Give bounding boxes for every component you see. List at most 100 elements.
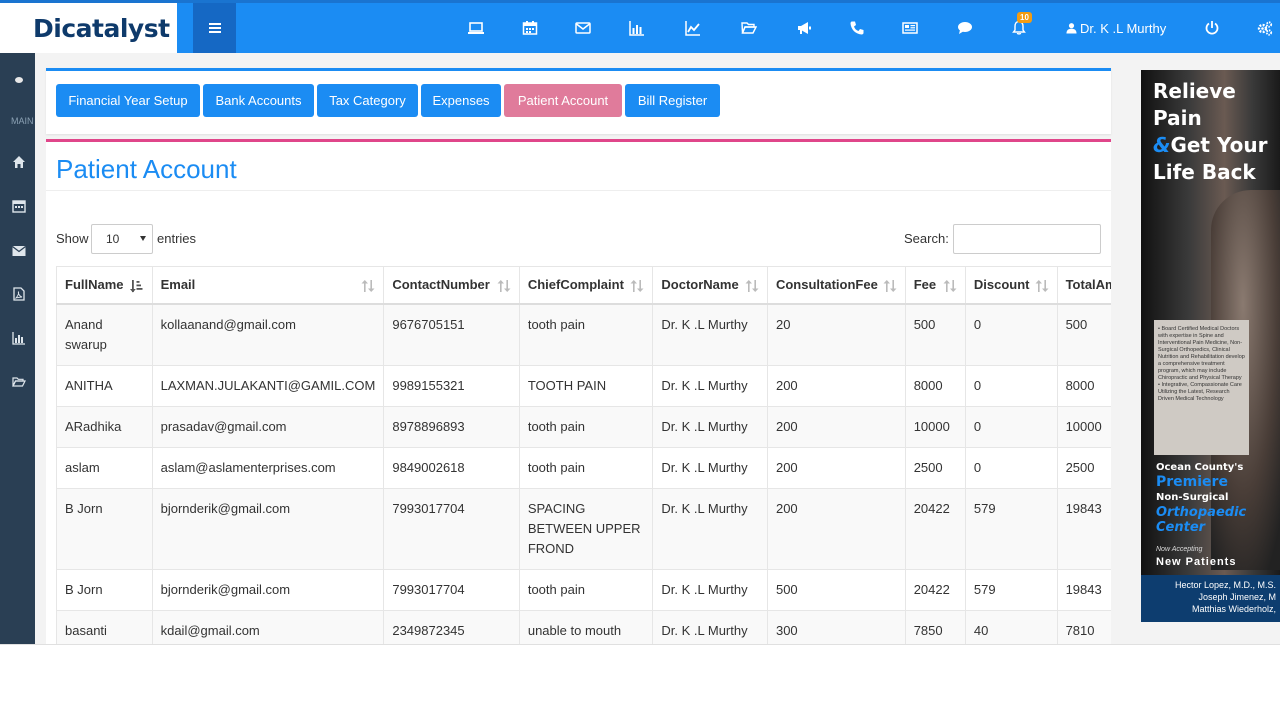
entries-label: entries: [157, 231, 197, 246]
table-cell: 500: [1057, 303, 1111, 365]
table-cell: Dr. K .L Murthy: [652, 569, 768, 610]
envelope-icon[interactable]: [11, 243, 27, 259]
table-cell: 10000: [1057, 406, 1111, 447]
column-header-email[interactable]: Email: [151, 266, 385, 305]
table-row[interactable]: B Jorn bjornderik@gmail.com 7993017704 SPAC…: [56, 488, 1111, 569]
table-cell: 0: [965, 447, 1058, 488]
table-cell: 300: [767, 610, 906, 644]
patient-account-card: Patient Account Show 10 entries Search: …: [46, 139, 1111, 644]
table-cell: 7993017704: [383, 488, 520, 569]
search-input[interactable]: [953, 224, 1101, 254]
table-row[interactable]: basanti kdail@gmail.com 2349872345 unable t…: [56, 610, 1111, 644]
column-header-totalamount[interactable]: TotalAmount: [1056, 266, 1111, 305]
sort-icon: [943, 280, 957, 292]
bar-chart-icon[interactable]: [11, 330, 27, 346]
home-icon[interactable]: [11, 154, 27, 170]
calendar-icon[interactable]: [521, 3, 539, 53]
table-cell: B Jorn: [56, 488, 153, 569]
sort-icon: [497, 280, 511, 292]
table-cell: 7850: [905, 610, 966, 644]
table-cell: 20: [767, 303, 906, 365]
column-header-consultationfee[interactable]: ConsultationFee: [766, 266, 906, 305]
brand-logo[interactable]: Dicatalyst: [0, 3, 177, 53]
sort-icon: [1035, 280, 1049, 292]
bill-register-button[interactable]: Bill Register: [625, 84, 720, 117]
table-cell: 9849002618: [383, 447, 520, 488]
table-cell: 8000: [1057, 365, 1111, 406]
table-row[interactable]: aslam aslam@aslamenterprises.com 984900261…: [56, 447, 1111, 488]
bell-icon[interactable]: [1010, 3, 1028, 53]
logo-text: Dicatalyst: [33, 13, 170, 43]
comment-icon[interactable]: [956, 3, 974, 53]
sort-icon: [883, 280, 897, 292]
table-cell: Dr. K .L Murthy: [652, 365, 768, 406]
column-header-fullname[interactable]: FullName: [56, 266, 153, 305]
phone-icon[interactable]: [848, 3, 866, 53]
app-viewport: Dicatalyst 10 Dr. K .L Murthy MAIN Finan…: [0, 0, 1280, 645]
user-menu[interactable]: Dr. K .L Murthy: [1066, 3, 1166, 53]
table-cell: aslam@aslamenterprises.com: [152, 447, 385, 488]
table-cell: 7810: [1057, 610, 1111, 644]
table-cell: Dr. K .L Murthy: [652, 447, 768, 488]
table-row[interactable]: ARadhika prasadav@gmail.com 8978896893 toot…: [56, 406, 1111, 447]
table-cell: 10000: [905, 406, 966, 447]
column-header-doctorname[interactable]: DoctorName: [652, 266, 768, 305]
table-cell: Dr. K .L Murthy: [652, 610, 768, 644]
bar-chart-icon[interactable]: [628, 3, 646, 53]
table-cell: 7993017704: [383, 569, 520, 610]
sidebar-dot-icon[interactable]: [11, 72, 27, 88]
column-header-contactnumber[interactable]: ContactNumber: [383, 266, 520, 305]
ad-accepting: Now Accepting: [1156, 546, 1203, 553]
table-cell: tooth pain: [519, 569, 654, 610]
table-cell: B Jorn: [56, 569, 153, 610]
folder-open-icon[interactable]: [740, 3, 758, 53]
advertisement-banner[interactable]: Relieve Pain &Get Your Life Back • Board…: [1141, 70, 1280, 622]
folder-open-icon[interactable]: [11, 374, 27, 390]
pdf-file-icon[interactable]: [11, 286, 27, 302]
left-sidebar: MAIN: [0, 53, 35, 644]
column-header-chiefcomplaint[interactable]: ChiefComplaint: [518, 266, 654, 305]
power-icon[interactable]: [1204, 3, 1220, 53]
page-size-value: 10: [106, 232, 120, 246]
gears-icon[interactable]: [1256, 3, 1274, 53]
page-size-select[interactable]: 10: [91, 224, 153, 254]
table-cell: 200: [767, 488, 906, 569]
table-row[interactable]: B Jorn bjornderik@gmail.com 7993017704 toot…: [56, 569, 1111, 610]
table-cell: 2500: [905, 447, 966, 488]
table-cell: 2500: [1057, 447, 1111, 488]
calendar-icon[interactable]: [11, 198, 27, 214]
patient-table-wrapper: FullName Email ContactNumber ChiefCompla…: [56, 266, 1111, 644]
line-chart-icon[interactable]: [684, 3, 702, 53]
table-cell: 9676705151: [383, 303, 520, 365]
newspaper-icon[interactable]: [901, 3, 919, 53]
table-cell: 8000: [905, 365, 966, 406]
column-header-discount[interactable]: Discount: [964, 266, 1058, 305]
table-cell: Dr. K .L Murthy: [652, 406, 768, 447]
table-header-row: FullName Email ContactNumber ChiefCompla…: [56, 266, 1111, 305]
sidebar-section-label: MAIN: [11, 116, 34, 126]
ad-bullet-list: • Board Certified Medical Doctors with e…: [1154, 320, 1249, 455]
envelope-icon[interactable]: [574, 3, 592, 53]
table-cell: Dr. K .L Murthy: [652, 488, 768, 569]
column-header-fee[interactable]: Fee: [904, 266, 966, 305]
table-cell: 2349872345: [383, 610, 520, 644]
table-cell: unable to mouth open: [519, 610, 654, 644]
table-cell: ARadhika: [56, 406, 153, 447]
page-title: Patient Account: [56, 154, 237, 184]
tax-category-button[interactable]: Tax Category: [317, 84, 418, 117]
financial-year-setup-button[interactable]: Financial Year Setup: [56, 84, 200, 117]
patient-account-button[interactable]: Patient Account: [504, 84, 622, 117]
show-label: Show: [56, 231, 89, 246]
table-cell: 200: [767, 365, 906, 406]
sort-asc-icon: [129, 280, 143, 293]
bank-accounts-button[interactable]: Bank Accounts: [203, 84, 314, 117]
table-cell: 579: [965, 569, 1058, 610]
table-cell: 579: [965, 488, 1058, 569]
table-row[interactable]: ANITHA LAXMAN.JULAKANTI@GAMIL.COM 99891553…: [56, 365, 1111, 406]
bullhorn-icon[interactable]: [795, 3, 813, 53]
expenses-button[interactable]: Expenses: [421, 84, 501, 117]
table-row[interactable]: Anand swarup kollaanand@gmail.com 96767051…: [56, 303, 1111, 365]
laptop-icon[interactable]: [467, 3, 485, 53]
hamburger-icon: [208, 23, 221, 33]
sidebar-toggle-button[interactable]: [193, 3, 236, 53]
